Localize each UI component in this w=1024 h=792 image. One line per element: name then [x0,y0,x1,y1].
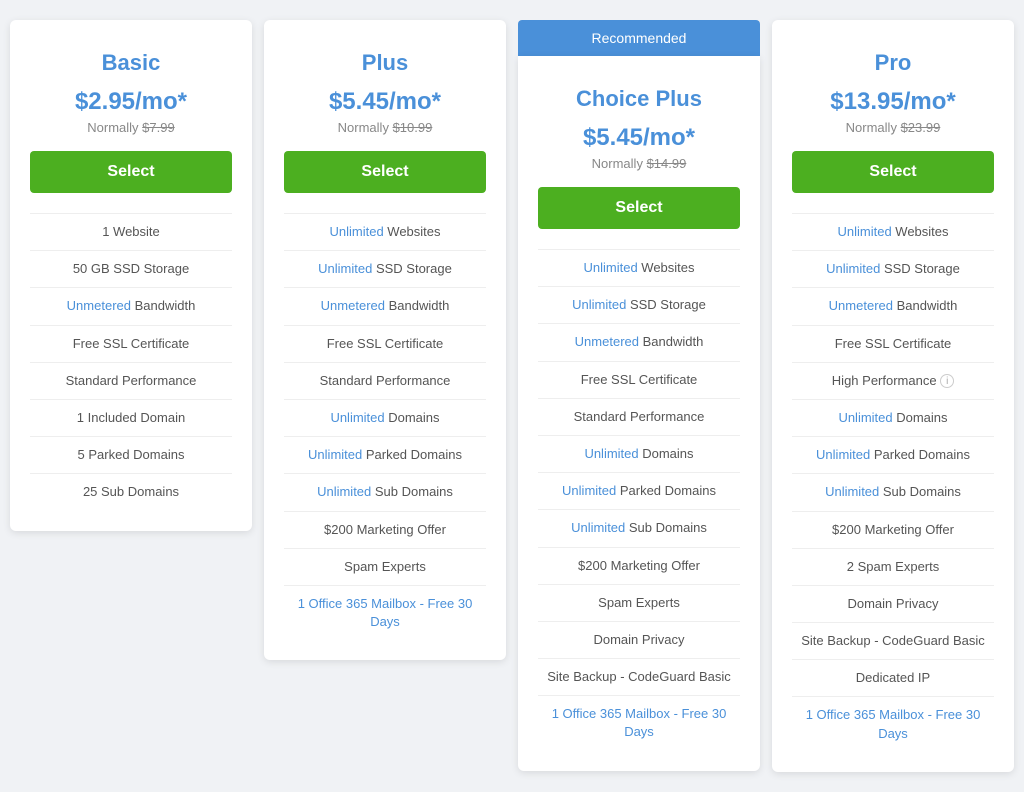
plan-price: $13.95/mo* [830,88,955,116]
plan-name: Plus [362,50,408,76]
plan-wrapper-pro: Pro $13.95/mo* Normally $23.99 Select Unlimi… [772,20,1014,772]
feature-item: Standard Performance [30,362,232,399]
feature-item: 1 Office 365 Mailbox - Free 30 Days [792,696,994,751]
features-list: Unlimited WebsitesUnlimited SSD StorageU… [538,249,740,751]
feature-item: Site Backup - CodeGuard Basic [792,622,994,659]
plan-price: $5.45/mo* [329,88,441,116]
feature-item: 5 Parked Domains [30,436,232,473]
feature-item: Unlimited Domains [792,399,994,436]
select-button-plus[interactable]: Select [284,151,486,193]
plan-normal-price: Normally $10.99 [338,120,433,135]
plan-card-plus: Plus $5.45/mo* Normally $10.99 Select Unlimi… [264,20,506,660]
plan-price: $2.95/mo* [75,88,187,116]
feature-item: Unlimited SSD Storage [284,250,486,287]
select-button-basic[interactable]: Select [30,151,232,193]
feature-item: Free SSL Certificate [284,325,486,362]
feature-item: Unmetered Bandwidth [284,287,486,324]
feature-item: Unlimited Domains [284,399,486,436]
feature-item: Unlimited Sub Domains [792,473,994,510]
feature-item: Dedicated IP [792,659,994,696]
feature-item: Unlimited SSD Storage [792,250,994,287]
feature-item: Unlimited Parked Domains [538,472,740,509]
feature-item: Domain Privacy [792,585,994,622]
feature-item: Unlimited SSD Storage [538,286,740,323]
feature-item: Unlimited Sub Domains [284,473,486,510]
feature-item: Unlimited Sub Domains [538,509,740,546]
feature-item: $200 Marketing Offer [538,547,740,584]
feature-item: Site Backup - CodeGuard Basic [538,658,740,695]
feature-item: Unlimited Parked Domains [284,436,486,473]
plan-name: Pro [875,50,912,76]
feature-item: Spam Experts [538,584,740,621]
feature-item: Unlimited Websites [284,213,486,250]
feature-item: Unmetered Bandwidth [30,287,232,324]
feature-item: $200 Marketing Offer [792,511,994,548]
feature-item: Spam Experts [284,548,486,585]
feature-item: Free SSL Certificate [30,325,232,362]
feature-item: 25 Sub Domains [30,473,232,510]
plan-normal-price: Normally $7.99 [87,120,174,135]
feature-item: Free SSL Certificate [538,361,740,398]
feature-item: Standard Performance [538,398,740,435]
plan-card-choice-plus: Choice Plus $5.45/mo* Normally $14.99 Selec… [518,56,760,771]
plan-price: $5.45/mo* [583,124,695,152]
feature-item: High Performance i [792,362,994,399]
select-button-pro[interactable]: Select [792,151,994,193]
feature-item: Unlimited Websites [538,249,740,286]
features-list: Unlimited WebsitesUnlimited SSD StorageU… [284,213,486,640]
feature-item: Unlimited Websites [792,213,994,250]
feature-item: 1 Office 365 Mailbox - Free 30 Days [284,585,486,640]
features-list: 1 Website50 GB SSD StorageUnmetered Band… [30,213,232,511]
feature-item: Domain Privacy [538,621,740,658]
plan-normal-price: Normally $14.99 [592,156,687,171]
plan-card-pro: Pro $13.95/mo* Normally $23.99 Select Unlimi… [772,20,1014,772]
feature-item: 1 Included Domain [30,399,232,436]
plan-normal-price: Normally $23.99 [846,120,941,135]
feature-item: Unlimited Domains [538,435,740,472]
plan-wrapper-choice-plus: Recommended Choice Plus $5.45/mo* Normally … [518,20,760,771]
feature-item: 1 Office 365 Mailbox - Free 30 Days [538,695,740,750]
feature-item: Unmetered Bandwidth [792,287,994,324]
feature-item: 1 Website [30,213,232,250]
pricing-container: Basic $2.95/mo* Normally $7.99 Select 1 Webs… [10,20,1014,772]
feature-item: Unlimited Parked Domains [792,436,994,473]
plan-name: Choice Plus [576,86,702,112]
feature-item: 50 GB SSD Storage [30,250,232,287]
feature-item: Free SSL Certificate [792,325,994,362]
plan-name: Basic [102,50,161,76]
plan-wrapper-basic: Basic $2.95/mo* Normally $7.99 Select 1 Webs… [10,20,252,531]
feature-item: Standard Performance [284,362,486,399]
select-button-choice-plus[interactable]: Select [538,187,740,229]
recommended-badge: Recommended [518,20,760,56]
feature-item: $200 Marketing Offer [284,511,486,548]
features-list: Unlimited WebsitesUnlimited SSD StorageU… [792,213,994,752]
feature-item: 2 Spam Experts [792,548,994,585]
plan-wrapper-plus: Plus $5.45/mo* Normally $10.99 Select Unlimi… [264,20,506,660]
feature-item: Unmetered Bandwidth [538,323,740,360]
plan-card-basic: Basic $2.95/mo* Normally $7.99 Select 1 Webs… [10,20,252,531]
